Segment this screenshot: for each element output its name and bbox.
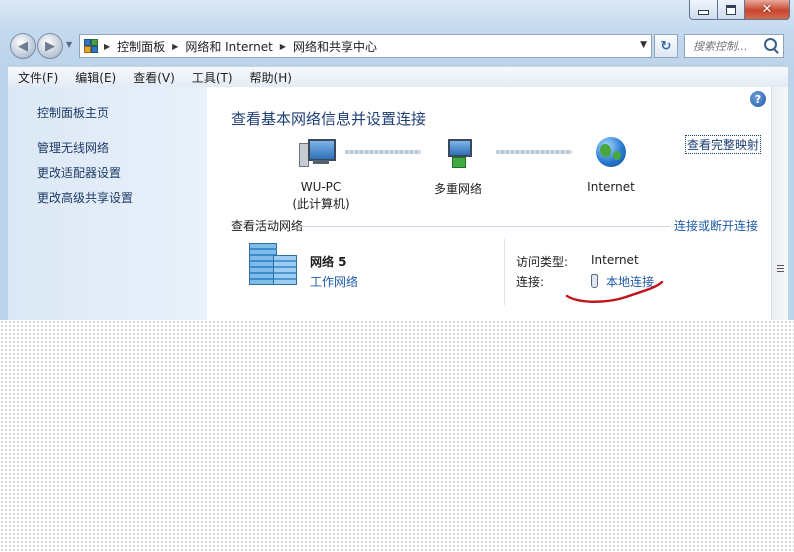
refresh-button[interactable]: ↻ [654, 34, 678, 58]
menu-help[interactable]: 帮助(H) [250, 69, 292, 86]
close-icon: ✕ [761, 2, 773, 17]
maximize-icon [726, 4, 736, 15]
menu-bar: 文件(F) 编辑(E) 查看(V) 工具(T) 帮助(H) [8, 66, 788, 87]
vertical-divider [504, 239, 505, 305]
map-node-internet: Internet [576, 137, 646, 194]
caption-buttons: ✕ [689, 0, 790, 20]
map-node-multiple-networks: 多重网络 [423, 137, 493, 197]
access-type-label: 访问类型: [516, 255, 569, 269]
map-node-computer: WU-PC (此计算机) [281, 137, 361, 212]
node-label: 多重网络 [433, 182, 482, 196]
connection-label: 连接: [516, 275, 545, 289]
network-name: 网络 5 [310, 255, 347, 269]
recent-pages-dropdown[interactable]: ▼ [66, 40, 72, 49]
refresh-icon: ↻ [660, 38, 672, 54]
breadcrumb-control-panel[interactable]: 控制面板 [117, 38, 165, 55]
navigation-bar: ◀ ▶ ▼ ▶ 控制面板 ▶ 网络和 Internet ▶ 网络和共享中心 ▼ … [0, 30, 794, 62]
red-underline-annotation [565, 280, 664, 303]
computer-icon [299, 137, 341, 169]
main-content: ? 查看基本网络信息并设置连接 查看完整映射 WU-PC (此计算机) 多重网络… [207, 87, 771, 320]
scrollbar[interactable] [771, 87, 789, 320]
help-icon[interactable]: ? [750, 91, 766, 107]
breadcrumb-separator-icon[interactable]: ▶ [172, 42, 178, 51]
node-label: Internet [587, 180, 635, 194]
back-arrow-icon: ◀ [18, 38, 28, 54]
access-type-value: Internet [591, 253, 639, 267]
search-input[interactable] [691, 38, 767, 54]
sidebar-item-change-adapter[interactable]: 更改适配器设置 [37, 164, 121, 181]
connection-line [496, 150, 572, 154]
menu-view[interactable]: 查看(V) [133, 69, 175, 86]
see-full-map-link[interactable]: 查看完整映射 [685, 135, 762, 154]
chevron-down-icon[interactable]: ▼ [640, 40, 647, 50]
active-networks-heading: 查看活动网络 [231, 219, 304, 233]
close-button[interactable]: ✕ [745, 0, 790, 20]
menu-file[interactable]: 文件(F) [18, 69, 58, 86]
breadcrumb-network-sharing-center[interactable]: 网络和共享中心 [293, 38, 377, 55]
breadcrumb-separator-icon[interactable]: ▶ [104, 42, 110, 51]
sidebar-item-manage-wireless[interactable]: 管理无线网络 [37, 139, 109, 156]
network-icon [249, 243, 297, 285]
connect-disconnect-link[interactable]: 连接或断开连接 [674, 217, 758, 234]
globe-icon [577, 137, 645, 169]
minimize-button[interactable] [689, 0, 718, 20]
window-border [788, 66, 794, 320]
sidebar-item-advanced-sharing[interactable]: 更改高级共享设置 [37, 189, 133, 206]
search-icon[interactable] [764, 38, 777, 51]
forward-button[interactable]: ▶ [37, 33, 63, 59]
menu-tools[interactable]: 工具(T) [192, 69, 233, 86]
node-label: WU-PC [300, 180, 342, 194]
connection-line [345, 150, 421, 154]
section-divider [298, 226, 670, 227]
sidebar: 控制面板主页 管理无线网络 更改适配器设置 更改高级共享设置 [8, 87, 207, 320]
scrollbar-grip[interactable] [777, 265, 784, 274]
minimize-icon [698, 10, 709, 15]
address-bar[interactable]: ▶ 控制面板 ▶ 网络和 Internet ▶ 网络和共享中心 ▼ [79, 34, 652, 58]
breadcrumb-separator-icon[interactable]: ▶ [280, 42, 286, 51]
back-button[interactable]: ◀ [10, 33, 36, 59]
forward-arrow-icon: ▶ [45, 38, 55, 54]
network-type-link[interactable]: 工作网络 [310, 273, 358, 290]
maximize-button[interactable] [718, 0, 745, 20]
control-panel-icon [84, 39, 98, 53]
sidebar-item-control-panel-home[interactable]: 控制面板主页 [37, 104, 109, 121]
breadcrumb-network-internet[interactable]: 网络和 Internet [185, 38, 272, 55]
node-sublabel: (此计算机) [292, 197, 350, 211]
multiple-networks-icon [438, 137, 478, 169]
search-box [684, 34, 784, 58]
menu-edit[interactable]: 编辑(E) [75, 69, 116, 86]
page-title: 查看基本网络信息并设置连接 [231, 110, 427, 128]
window: ✕ ◀ ▶ ▼ ▶ 控制面板 ▶ 网络和 Internet ▶ 网络和共享中心 … [0, 0, 794, 320]
